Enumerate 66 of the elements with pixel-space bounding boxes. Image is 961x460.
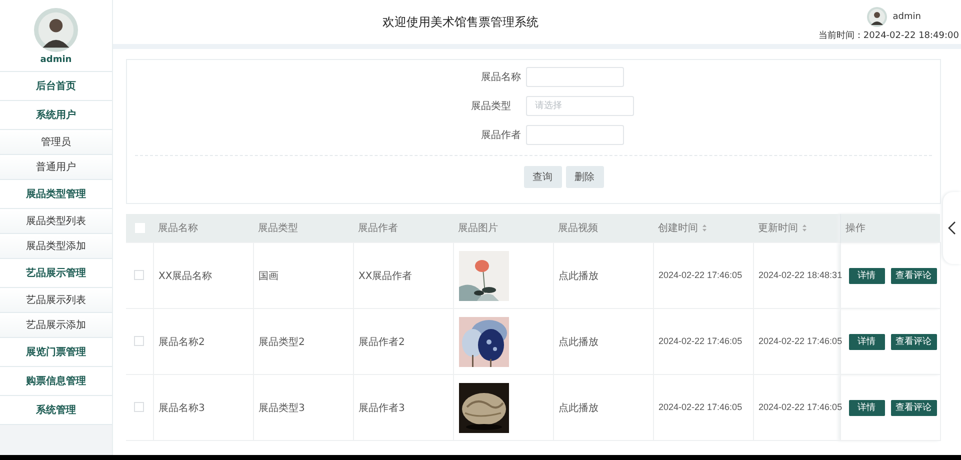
play-link[interactable]: 点此播放 [558, 402, 598, 414]
page-title: 欢迎使用美术馆售票管理系统 [382, 14, 540, 30]
menu-group[interactable]: 购票信息管理 [0, 367, 112, 396]
comments-button[interactable]: 查看评论 [890, 334, 936, 350]
sort-icon[interactable] [702, 224, 707, 232]
menu-group[interactable]: 系统管理 [0, 396, 112, 425]
table-cell: XX展品作者 [358, 270, 412, 282]
table-cell: XX展品名称 [158, 270, 212, 282]
user-name: admin [892, 12, 921, 22]
checkbox[interactable] [134, 336, 144, 346]
table-cell: 展品名称3 [158, 402, 205, 414]
details-button[interactable]: 详情 [848, 334, 884, 350]
field-label: 展品作者 [480, 128, 521, 142]
collapse-tab[interactable] [943, 192, 961, 264]
menu-group[interactable]: 后台首页 [0, 72, 112, 101]
column-header: 展品名称 [158, 223, 198, 234]
table-cell: 2024-02-22 17:46:05 [658, 402, 742, 412]
column-header: 展品图片 [458, 223, 498, 234]
column-header[interactable]: 创建时间 [658, 223, 698, 234]
comments-button[interactable]: 查看评论 [890, 268, 936, 284]
table-cell: 2024-02-22 17:46:05 [758, 402, 842, 412]
menu-item[interactable]: 艺品展示列表 [0, 288, 112, 313]
menu-item[interactable]: 展品类型列表 [0, 209, 112, 234]
checkbox[interactable] [134, 270, 144, 280]
sort-icon[interactable] [802, 224, 807, 232]
input-field[interactable] [526, 125, 624, 145]
table-cell: 2024-02-22 17:46:05 [658, 336, 742, 346]
column-header: 展品类型 [258, 223, 298, 234]
input-field[interactable] [526, 67, 624, 87]
search-button[interactable]: 查询 [524, 166, 562, 188]
column-header[interactable]: 更新时间 [758, 223, 798, 234]
comments-button[interactable]: 查看评论 [890, 400, 936, 416]
menu-item[interactable]: 普通用户 [0, 155, 112, 180]
field-label: 展品类型 [470, 100, 511, 113]
field-label: 展品名称 [480, 71, 521, 84]
menu-item[interactable]: 管理员 [0, 130, 112, 155]
delete-button[interactable]: 删除 [566, 166, 604, 188]
table-cell: 2024-02-22 17:46:05 [758, 336, 842, 346]
table-cell: 2024-02-22 18:48:31 [758, 270, 842, 280]
table-cell: 展品作者2 [358, 336, 405, 348]
select-field[interactable]: 请选择 [526, 96, 634, 116]
play-link[interactable]: 点此播放 [558, 270, 598, 282]
column-header: 展品作者 [358, 223, 398, 234]
details-button[interactable]: 详情 [848, 268, 884, 284]
table-cell: 展品类型2 [258, 336, 305, 348]
details-button[interactable]: 详情 [848, 400, 884, 416]
table-cell: 展品名称2 [158, 336, 205, 348]
menu-group[interactable]: 展览门票管理 [0, 338, 112, 367]
avatar-icon [34, 8, 78, 52]
menu-item[interactable]: 展品类型添加 [0, 234, 112, 259]
menu-item[interactable]: 艺品展示添加 [0, 313, 112, 338]
table-cell: 展品类型3 [258, 402, 305, 414]
table-cell: 国画 [258, 270, 278, 282]
chevron-left-icon [948, 221, 956, 235]
checkbox[interactable] [134, 402, 144, 412]
menu-group[interactable]: 展品类型管理 [0, 180, 112, 209]
table-cell: 展品作者3 [358, 402, 405, 414]
play-link[interactable]: 点此播放 [558, 336, 598, 348]
avatar-icon [866, 6, 887, 26]
user-name: admin [40, 55, 72, 65]
menu-group[interactable]: 艺品展示管理 [0, 259, 112, 288]
column-header: 操作 [846, 223, 866, 234]
current-time: 当前时间：2024-02-22 18:49:00 [818, 30, 959, 42]
column-header: 展品视频 [558, 223, 598, 234]
table-cell: 2024-02-22 17:46:05 [658, 270, 742, 280]
menu-group[interactable]: 系统用户 [0, 101, 112, 130]
